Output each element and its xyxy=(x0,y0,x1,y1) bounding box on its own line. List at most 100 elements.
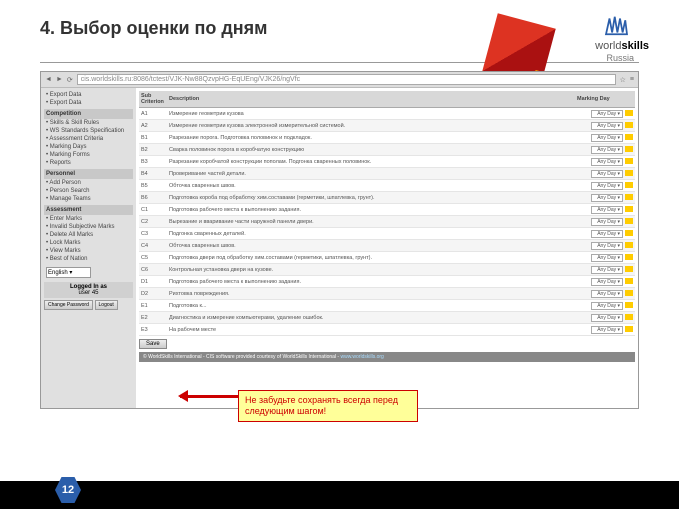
flag-icon[interactable] xyxy=(625,134,633,140)
flag-icon[interactable] xyxy=(625,266,633,272)
language-select[interactable]: English ▾ xyxy=(46,267,91,278)
url-input[interactable]: cis.worldskills.ru:8086/tctest/VJK-Nw88Q… xyxy=(77,74,616,85)
sidebar-item[interactable]: • WS Standards Specification xyxy=(44,127,133,135)
cell-desc: Разрезание порога. Подготовка половинок … xyxy=(167,132,575,144)
sidebar-item[interactable]: • Delete All Marks xyxy=(44,231,133,239)
cell-desc: Проверивание частей детали. xyxy=(167,168,575,180)
sidebar-head-assessment: Assessment xyxy=(44,205,133,215)
cell-code: C2 xyxy=(139,216,167,228)
flag-icon[interactable] xyxy=(625,302,633,308)
flag-icon[interactable] xyxy=(625,158,633,164)
cell-desc: Измерение геометрии кузова xyxy=(167,108,575,120)
marking-day-select[interactable]: Any Day ▾ xyxy=(591,278,623,286)
marking-day-select[interactable]: Any Day ▾ xyxy=(591,134,623,142)
sidebar-item[interactable]: • Reports xyxy=(44,159,133,167)
star-icon[interactable]: ☆ xyxy=(620,76,626,84)
marking-day-select[interactable]: Any Day ▾ xyxy=(591,242,623,250)
marking-day-select[interactable]: Any Day ▾ xyxy=(591,218,623,226)
sidebar-item[interactable]: • Marking Days xyxy=(44,143,133,151)
sidebar-item[interactable]: • Best of Nation xyxy=(44,255,133,263)
sidebar-item[interactable]: • Lock Marks xyxy=(44,239,133,247)
cell-code: C6 xyxy=(139,264,167,276)
sidebar-item[interactable]: • View Marks xyxy=(44,247,133,255)
flag-icon[interactable] xyxy=(625,110,633,116)
sidebar-item[interactable]: • Assessment Criteria xyxy=(44,135,133,143)
flag-icon[interactable] xyxy=(625,194,633,200)
cell-desc: Подготовка рабочего места к выполнению з… xyxy=(167,276,575,288)
bottom-bar xyxy=(0,481,679,509)
marking-day-select[interactable]: Any Day ▾ xyxy=(591,158,623,166)
flag-icon[interactable] xyxy=(625,242,633,248)
callout-box: Не забудьте сохранять всегда перед следу… xyxy=(238,390,418,422)
cell-code: D2 xyxy=(139,288,167,300)
cell-desc: Подгонка сваренных деталей. xyxy=(167,228,575,240)
marking-day-select[interactable]: Any Day ▾ xyxy=(591,266,623,274)
cell-code: C3 xyxy=(139,228,167,240)
flag-icon[interactable] xyxy=(625,326,633,332)
table-row: D2Рихтовка повреждения.Any Day ▾ xyxy=(139,288,635,300)
sidebar-item[interactable]: • Skills & Skill Rules xyxy=(44,119,133,127)
marking-day-select[interactable]: Any Day ▾ xyxy=(591,254,623,262)
marking-day-select[interactable]: Any Day ▾ xyxy=(591,326,623,334)
table-row: C3Подгонка сваренных деталей. Any Day ▾ xyxy=(139,228,635,240)
menu-icon[interactable]: ≡ xyxy=(630,76,634,83)
flag-icon[interactable] xyxy=(625,278,633,284)
marking-day-select[interactable]: Any Day ▾ xyxy=(591,194,623,202)
cell-code: E3 xyxy=(139,324,167,336)
flag-icon[interactable] xyxy=(625,206,633,212)
marking-day-select[interactable]: Any Day ▾ xyxy=(591,290,623,298)
cell-code: B6 xyxy=(139,192,167,204)
table-row: B2Сварка половинок порога в коробчатую к… xyxy=(139,144,635,156)
flag-icon[interactable] xyxy=(625,254,633,260)
sidebar-head-competition: Competition xyxy=(44,109,133,119)
table-row: B5Обточка сваренных швов.Any Day ▾ xyxy=(139,180,635,192)
table-row: C4Обточка сваренных швов.Any Day ▾ xyxy=(139,240,635,252)
sidebar-item[interactable]: • Marking Forms xyxy=(44,151,133,159)
flag-icon[interactable] xyxy=(625,122,633,128)
marking-day-select[interactable]: Any Day ▾ xyxy=(591,302,623,310)
sidebar-item[interactable]: • Person Search xyxy=(44,187,133,195)
sidebar-item[interactable]: • Manage Teams xyxy=(44,195,133,203)
reload-icon[interactable]: ⟳ xyxy=(67,76,73,84)
marking-day-select[interactable]: Any Day ▾ xyxy=(591,146,623,154)
sidebar-item[interactable]: • Export Data xyxy=(44,91,133,99)
marking-day-select[interactable]: Any Day ▾ xyxy=(591,122,623,130)
flag-icon[interactable] xyxy=(625,170,633,176)
marking-day-select[interactable]: Any Day ▾ xyxy=(591,110,623,118)
flag-icon[interactable] xyxy=(625,314,633,320)
cell-code: A1 xyxy=(139,108,167,120)
cell-code: A2 xyxy=(139,120,167,132)
footer-link[interactable]: www.worldskills.org xyxy=(340,354,383,360)
flag-icon[interactable] xyxy=(625,230,633,236)
cell-desc: Измерение геометрии кузова электронной и… xyxy=(167,120,575,132)
marking-day-select[interactable]: Any Day ▾ xyxy=(591,182,623,190)
sidebar-item[interactable]: • Invalid Subjective Marks xyxy=(44,223,133,231)
flag-icon[interactable] xyxy=(625,182,633,188)
cell-code: B4 xyxy=(139,168,167,180)
footer: © WorldSkills International - CIS softwa… xyxy=(139,352,635,362)
cell-code: B5 xyxy=(139,180,167,192)
flag-icon[interactable] xyxy=(625,146,633,152)
change-password-button[interactable]: Change Password xyxy=(44,300,93,310)
flag-icon[interactable] xyxy=(625,218,633,224)
sidebar-item[interactable]: • Add Person xyxy=(44,179,133,187)
table-row: C6Контрольная установка двери на кузове.… xyxy=(139,264,635,276)
save-button[interactable]: Save xyxy=(139,339,167,349)
table-row: E2Диагностика и измерение компьютерами, … xyxy=(139,312,635,324)
login-user: user 45 xyxy=(46,290,131,296)
back-icon[interactable]: ◄ xyxy=(45,76,52,83)
cell-desc: Подготовка двери под обработку хим.соста… xyxy=(167,252,575,264)
sidebar-item[interactable]: • Export Data xyxy=(44,99,133,107)
marking-day-select[interactable]: Any Day ▾ xyxy=(591,314,623,322)
marking-day-select[interactable]: Any Day ▾ xyxy=(591,230,623,238)
cell-desc: Контрольная установка двери на кузове. xyxy=(167,264,575,276)
main-panel: Sub Criterion Description Marking Day A1… xyxy=(136,88,638,408)
marking-day-select[interactable]: Any Day ▾ xyxy=(591,170,623,178)
forward-icon[interactable]: ► xyxy=(56,76,63,83)
logout-button[interactable]: Logout xyxy=(95,300,118,310)
marking-day-select[interactable]: Any Day ▾ xyxy=(591,206,623,214)
table-row: E1Подготовка к...Any Day ▾ xyxy=(139,300,635,312)
table-row: B6Подготовка короба под обработку хим.со… xyxy=(139,192,635,204)
sidebar-item[interactable]: • Enter Marks xyxy=(44,215,133,223)
flag-icon[interactable] xyxy=(625,290,633,296)
